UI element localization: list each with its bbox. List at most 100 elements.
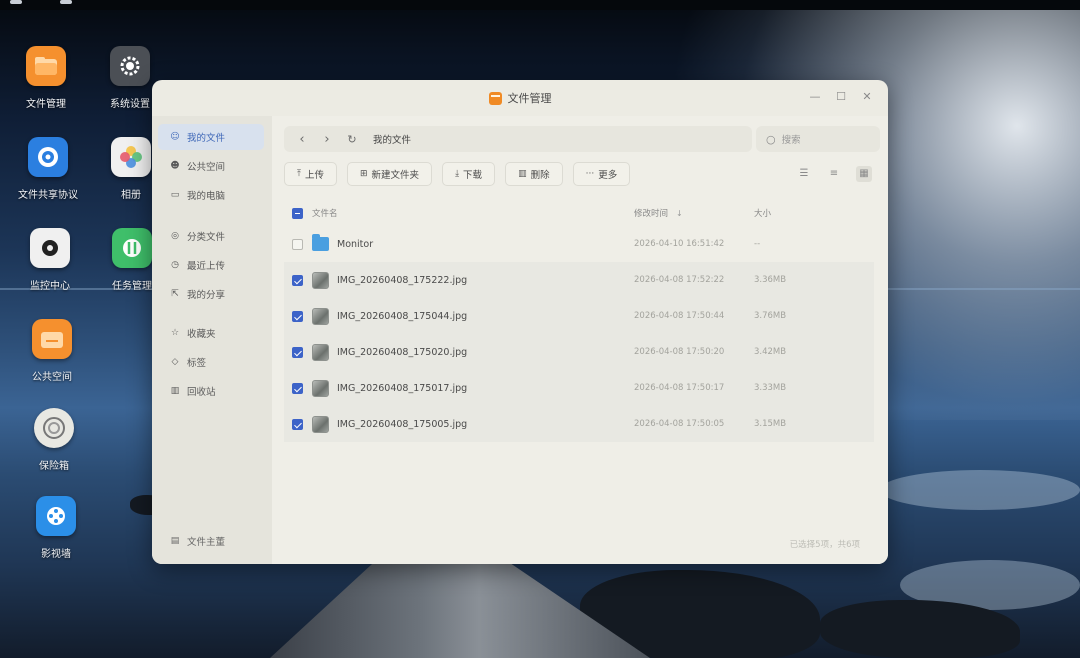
- sidebar-item-label: 回收站: [187, 387, 216, 398]
- table-row[interactable]: IMG_20260408_175005.jpg 2026-04-08 17:50…: [284, 406, 874, 442]
- public-space-icon: [32, 319, 72, 359]
- table-row[interactable]: IMG_20260408_175017.jpg 2026-04-08 17:50…: [284, 370, 874, 406]
- row-checkbox[interactable]: [292, 346, 303, 358]
- file-name: IMG_20260408_175044.jpg: [337, 310, 468, 322]
- desktop-icon-label: 公共空间: [32, 372, 72, 383]
- sort-icon[interactable]: ☰: [796, 166, 812, 182]
- desktop-icon-film-wall[interactable]: 影视墙: [11, 496, 101, 560]
- sidebar: ☺ 我的文件 ☻ 公共空间 ▭ 我的电脑 ◎ 分类文件 ◷ 最近上传 ⇱ 我的分…: [152, 116, 272, 564]
- image-thumbnail-icon: [312, 271, 329, 289]
- sidebar-item-label: 公共空间: [187, 162, 226, 173]
- file-name: IMG_20260408_175005.jpg: [337, 418, 468, 430]
- window-controls: — ☐ ✕: [808, 90, 874, 104]
- file-name-cell: IMG_20260408_175020.jpg: [312, 343, 467, 361]
- top-bezel-mark: [10, 0, 22, 4]
- folder-icon: [312, 234, 329, 251]
- safe-icon: [34, 408, 74, 448]
- upload-button[interactable]: ⤒ 上传: [284, 162, 337, 186]
- sidebar-item-tags[interactable]: ◇ 标签: [158, 349, 264, 375]
- sidebar-item-recycle-bin[interactable]: ▥ 回收站: [158, 378, 264, 404]
- sidebar-footer[interactable]: ▤ 文件主董: [170, 534, 225, 548]
- desktop-icon-safe[interactable]: 保险箱: [9, 408, 99, 472]
- select-all-checkbox[interactable]: [292, 207, 303, 219]
- row-checkbox[interactable]: [292, 310, 303, 322]
- sidebar-item-favorites[interactable]: ☆ 收藏夹: [158, 320, 264, 346]
- new-folder-button[interactable]: ⊞ 新建文件夹: [347, 162, 433, 186]
- sidebar-item-public-space[interactable]: ☻ 公共空间: [158, 153, 264, 179]
- sidebar-item-label: 我的电脑: [187, 191, 226, 202]
- sidebar-item-my-computer[interactable]: ▭ 我的电脑: [158, 182, 264, 208]
- column-header-modified[interactable]: 修改时间 ↓: [634, 207, 683, 219]
- minimize-button[interactable]: —: [808, 90, 822, 104]
- sidebar-item-label: 收藏夹: [187, 329, 216, 340]
- view-switcher: ☰ ≡ ▦: [796, 166, 872, 182]
- share-icon: ⇱: [171, 289, 179, 299]
- delete-button[interactable]: ▥ 删除: [505, 162, 563, 186]
- row-checkbox[interactable]: [292, 274, 303, 286]
- table-row[interactable]: IMG_20260408_175020.jpg 2026-04-08 17:50…: [284, 334, 874, 370]
- grid-view-icon[interactable]: ▦: [856, 166, 872, 182]
- size-cell: 3.33MB: [754, 383, 787, 393]
- column-header-name[interactable]: 文件名: [312, 207, 338, 219]
- gear-icon: [110, 46, 150, 86]
- sidebar-item-categories[interactable]: ◎ 分类文件: [158, 223, 264, 249]
- modified-cell: 2026-04-08 17:50:05: [634, 419, 725, 429]
- file-manager-icon: [26, 46, 66, 86]
- row-checkbox[interactable]: [292, 382, 303, 394]
- new-folder-label: 新建文件夹: [371, 170, 420, 181]
- image-thumbnail-icon: [312, 343, 329, 361]
- window-titlebar[interactable]: 文件管理 — ☐ ✕: [152, 80, 888, 116]
- more-button[interactable]: ··· 更多: [572, 162, 631, 186]
- back-icon[interactable]: ‹: [296, 132, 308, 147]
- file-name-cell: IMG_20260408_175044.jpg: [312, 307, 468, 325]
- file-list: 文件名 修改时间 ↓ 大小 Monitor 2026-04-10 16:51:42…: [284, 200, 874, 442]
- path-bar: ‹ › ↻ 我的文件: [284, 126, 752, 152]
- download-label: 下载: [463, 170, 483, 181]
- table-row[interactable]: IMG_20260408_175044.jpg 2026-04-08 17:50…: [284, 298, 874, 334]
- sidebar-item-my-shares[interactable]: ⇱ 我的分享: [158, 281, 264, 307]
- sidebar-item-label: 分类文件: [187, 232, 226, 243]
- size-cell: 3.42MB: [754, 347, 787, 357]
- breadcrumb[interactable]: 我的文件: [373, 132, 411, 146]
- photos-icon: [111, 137, 151, 177]
- document-icon: ▤: [170, 536, 180, 546]
- row-checkbox[interactable]: [292, 238, 303, 250]
- file-manager-window: 文件管理 — ☐ ✕ ☺ 我的文件 ☻ 公共空间 ▭ 我的电脑 ◎ 分类文件 ◷…: [152, 80, 888, 564]
- camera-icon: [30, 228, 70, 268]
- tag-icon: ◇: [171, 357, 179, 367]
- size-cell: 3.36MB: [754, 275, 787, 285]
- forward-icon[interactable]: ›: [321, 132, 333, 147]
- download-button[interactable]: ⤓ 下载: [442, 162, 496, 186]
- desktop-icon-monitor-center[interactable]: 监控中心: [5, 228, 95, 292]
- file-name: IMG_20260408_175017.jpg: [337, 382, 468, 394]
- main-pane: ‹ › ↻ 我的文件 ○ 搜索 ⤒ 上传 ⊞ 新建文件夹 ⤓ 下载 ▥ 删除 ·…: [272, 116, 888, 564]
- desktop-icon-label: 影视墙: [41, 549, 71, 560]
- search-input[interactable]: ○ 搜索: [756, 126, 880, 152]
- refresh-icon[interactable]: ↻: [346, 133, 358, 146]
- file-name-cell: IMG_20260408_175222.jpg: [312, 271, 467, 289]
- row-checkbox[interactable]: [292, 418, 303, 430]
- task-manager-icon: [112, 228, 152, 268]
- close-button[interactable]: ✕: [860, 90, 874, 104]
- desktop-icon-public-space[interactable]: 公共空间: [7, 319, 97, 383]
- sidebar-item-recent-uploads[interactable]: ◷ 最近上传: [158, 252, 264, 278]
- desktop-icon-file-manager[interactable]: 文件管理: [1, 46, 91, 110]
- delete-label: 删除: [530, 170, 550, 181]
- desktop-icon-share-protocol[interactable]: 文件共享协议: [3, 137, 93, 201]
- group-icon: ☻: [170, 161, 180, 171]
- trash-icon: ▥: [518, 169, 527, 179]
- upload-icon: ⤒: [297, 169, 301, 179]
- table-row[interactable]: Monitor 2026-04-10 16:51:42 --: [284, 226, 874, 262]
- sidebar-item-label: 标签: [187, 358, 207, 369]
- trash-icon: ▥: [170, 386, 180, 396]
- column-header-size[interactable]: 大小: [754, 207, 771, 219]
- sidebar-item-my-files[interactable]: ☺ 我的文件: [158, 124, 264, 150]
- table-row[interactable]: IMG_20260408_175222.jpg 2026-04-08 17:52…: [284, 262, 874, 298]
- search-placeholder: 搜索: [781, 135, 801, 146]
- star-icon: ☆: [170, 328, 180, 338]
- category-icon: ◎: [171, 231, 179, 241]
- maximize-button[interactable]: ☐: [834, 90, 848, 104]
- status-text: 已选择5项，共6项: [789, 540, 860, 550]
- list-view-icon[interactable]: ≡: [826, 166, 842, 182]
- desktop-icon-label: 文件管理: [26, 99, 66, 110]
